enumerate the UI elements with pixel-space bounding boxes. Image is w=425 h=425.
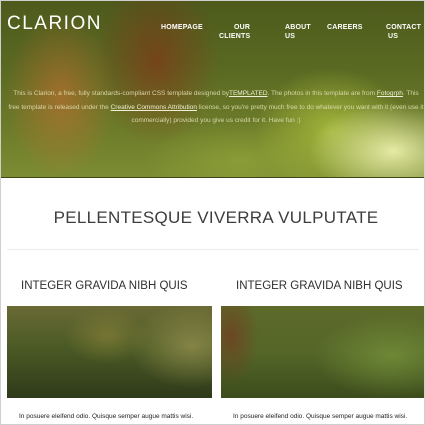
nav-item-label: OUR: [234, 24, 251, 31]
column-text: In posuere eleifend odio. Quisque semper…: [19, 413, 194, 420]
nav-item-careers[interactable]: CAREERS: [327, 23, 363, 32]
nav-item-label: ABOUT: [285, 24, 311, 31]
nav-item-label-line2: US: [388, 33, 399, 40]
nav-item-label: HOMEPAGE: [161, 24, 203, 31]
header-hero: CLARION HOMEPAGE OUR CLIENTS ABOUT US CA…: [1, 1, 424, 178]
page-title: PELLENTESQUE VIVERRA VULPUTATE: [53, 208, 379, 227]
fotogrph-link[interactable]: Fotogrph: [377, 90, 403, 97]
creative-commons-link[interactable]: Creative Commons Attribution: [111, 104, 197, 111]
nav-item-label-line2: CLIENTS: [219, 33, 251, 40]
page-frame: CLARION HOMEPAGE OUR CLIENTS ABOUT US CA…: [0, 0, 425, 425]
intro-text: This is Clarion, a free, fully standards…: [7, 87, 424, 128]
column-image: [221, 306, 424, 398]
nav-item-label: CONTACT: [386, 24, 422, 31]
intro-text-part: . The photos in this template are from: [267, 90, 377, 97]
column-title: INTEGER GRAVIDA NIBH QUIS: [21, 280, 188, 292]
divider: [7, 249, 419, 250]
column-text: In posuere eleifend odio. Quisque semper…: [233, 413, 408, 420]
intro-text-part: This is Clarion, a free, fully standards…: [13, 90, 229, 97]
column-title: INTEGER GRAVIDA NIBH QUIS: [236, 280, 403, 292]
templated-link[interactable]: TEMPLATED: [229, 90, 268, 97]
nav-item-our-clients[interactable]: OUR CLIENTS: [219, 23, 250, 41]
nav-item-contact-us[interactable]: CONTACT US: [386, 23, 421, 41]
nav-item-label: CAREERS: [327, 24, 363, 31]
nav-item-label-line2: US: [285, 33, 296, 40]
column-image: [7, 306, 212, 398]
nav-item-about-us[interactable]: ABOUT US: [285, 23, 311, 41]
nav-item-homepage[interactable]: HOMEPAGE: [161, 23, 203, 32]
main-nav: HOMEPAGE OUR CLIENTS ABOUT US CAREERS CO…: [1, 23, 424, 43]
